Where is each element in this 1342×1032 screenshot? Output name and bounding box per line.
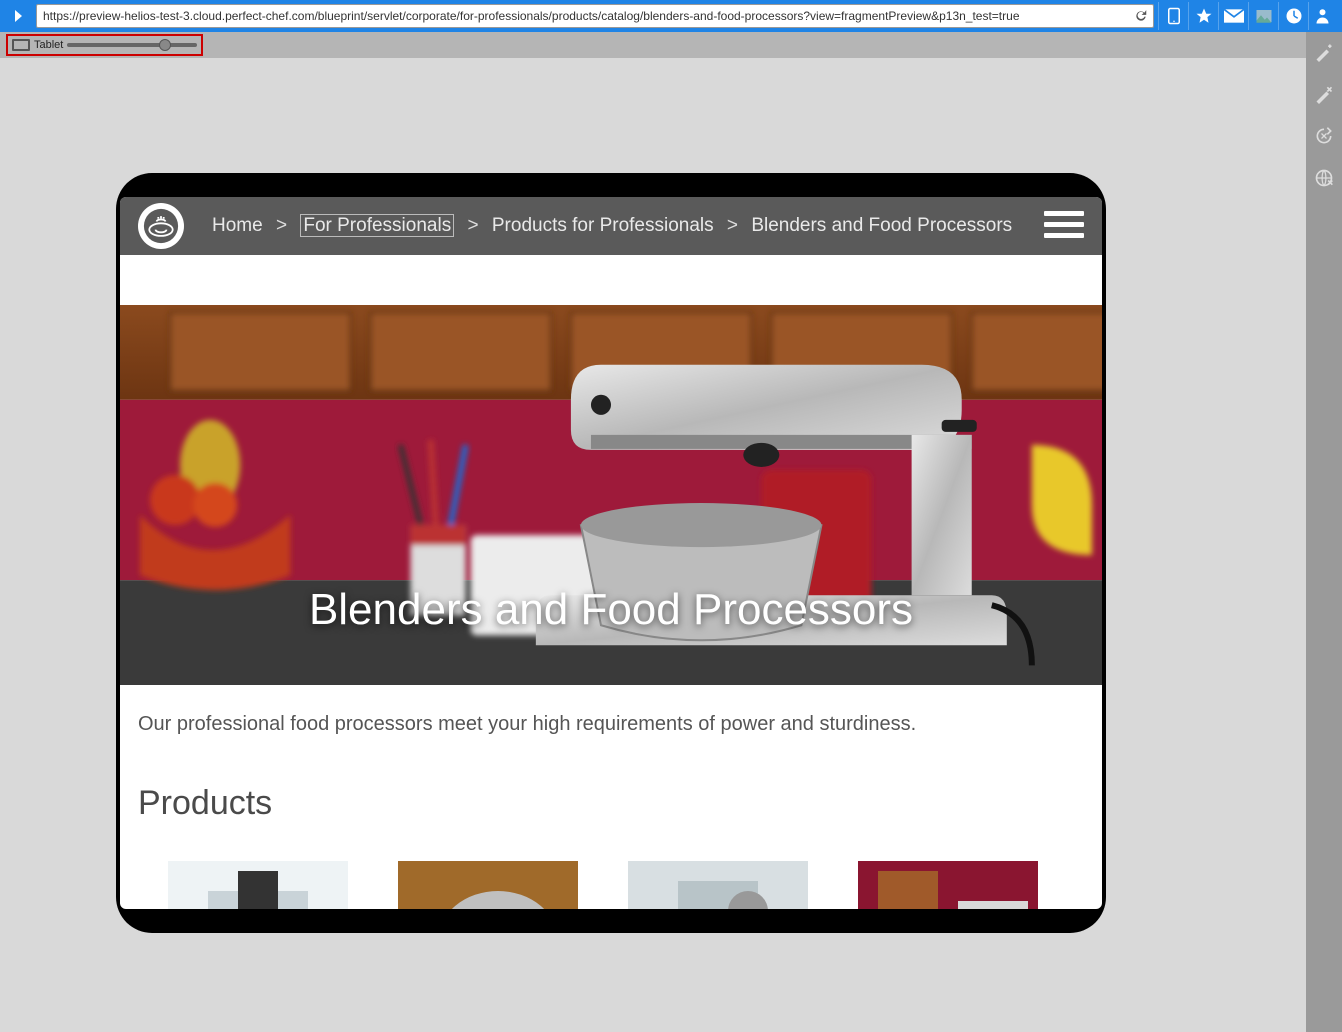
hero-banner: Blenders and Food Processors bbox=[120, 305, 1102, 685]
crumb-home[interactable]: Home bbox=[212, 215, 263, 236]
wand-remove-icon[interactable] bbox=[1310, 80, 1338, 108]
lead-text: Our professional food processors meet yo… bbox=[138, 713, 1084, 736]
preview-canvas: Home > For Professionals > Products for … bbox=[0, 58, 1306, 1032]
tablet-screen: Home > For Professionals > Products for … bbox=[120, 197, 1102, 909]
globe-disabled-icon[interactable] bbox=[1310, 164, 1338, 192]
device-preview-icon[interactable] bbox=[1158, 2, 1188, 30]
clock-icon[interactable] bbox=[1278, 2, 1308, 30]
device-label: Tablet bbox=[34, 39, 63, 51]
section-title: Products bbox=[138, 784, 1084, 823]
breadcrumb-separator: > bbox=[276, 215, 287, 236]
crumb-products[interactable]: Products for Professionals bbox=[492, 215, 714, 236]
product-card[interactable] bbox=[168, 861, 348, 909]
refresh-cancel-icon[interactable] bbox=[1310, 122, 1338, 150]
device-preview-bar: Tablet bbox=[0, 32, 1206, 58]
reload-button[interactable] bbox=[1132, 7, 1150, 25]
bookmark-icon[interactable] bbox=[1188, 2, 1218, 30]
forward-button[interactable] bbox=[4, 2, 32, 30]
url-field-wrap bbox=[36, 4, 1154, 28]
cms-toolbar bbox=[0, 0, 1342, 32]
width-slider[interactable] bbox=[67, 43, 197, 47]
site-logo[interactable] bbox=[138, 203, 184, 249]
url-input[interactable] bbox=[36, 4, 1154, 28]
device-selector[interactable]: Tablet bbox=[6, 34, 203, 56]
right-tool-rail bbox=[1306, 32, 1342, 1032]
breadcrumb-separator: > bbox=[467, 215, 478, 236]
crumb-current[interactable]: Blenders and Food Processors bbox=[751, 215, 1012, 236]
product-card[interactable] bbox=[628, 861, 808, 909]
site-header: Home > For Professionals > Products for … bbox=[120, 197, 1102, 255]
user-menu-icon[interactable] bbox=[1308, 2, 1338, 30]
mail-icon[interactable] bbox=[1218, 2, 1248, 30]
crumb-professionals[interactable]: For Professionals bbox=[300, 214, 454, 237]
product-row bbox=[138, 861, 1084, 909]
product-card[interactable] bbox=[858, 861, 1038, 909]
hero-title: Blenders and Food Processors bbox=[120, 585, 1102, 635]
breadcrumb-separator: > bbox=[727, 215, 738, 236]
image-icon[interactable] bbox=[1248, 2, 1278, 30]
tablet-frame: Home > For Professionals > Products for … bbox=[116, 173, 1106, 933]
breadcrumb: Home > For Professionals > Products for … bbox=[212, 215, 1012, 237]
hamburger-menu-icon[interactable] bbox=[1044, 211, 1084, 241]
tablet-icon bbox=[12, 39, 30, 51]
wand-add-icon[interactable] bbox=[1310, 38, 1338, 66]
slider-handle[interactable] bbox=[159, 39, 171, 51]
product-card[interactable] bbox=[398, 861, 578, 909]
page-content: Our professional food processors meet yo… bbox=[120, 685, 1102, 909]
